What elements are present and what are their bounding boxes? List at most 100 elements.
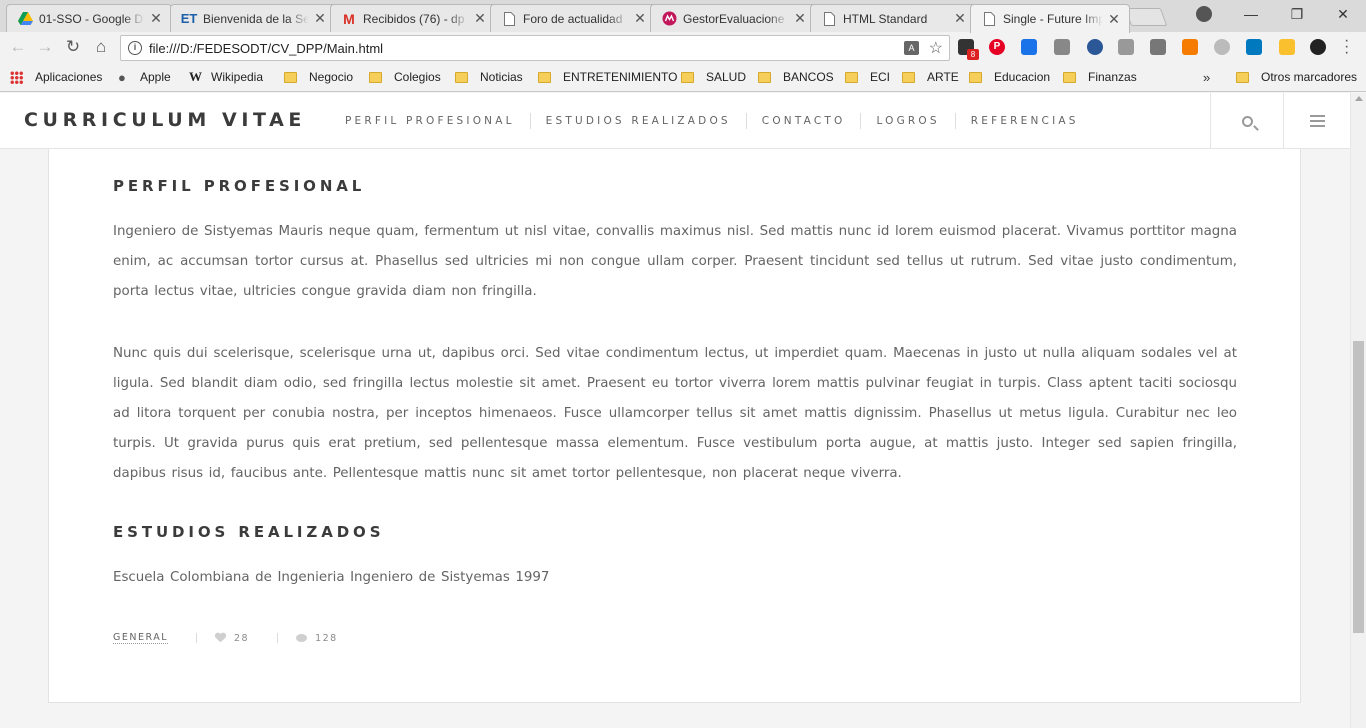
heart-icon[interactable]	[215, 633, 226, 643]
back-arrow-icon[interactable]: ←	[7, 36, 29, 58]
folder-icon	[1063, 71, 1076, 83]
bookmark-folder[interactable]: Negocio	[284, 69, 353, 85]
extension-icon[interactable]	[1054, 39, 1070, 55]
extension-icon[interactable]	[1214, 39, 1230, 55]
paragraph: Nunc quis dui scelerisque, scelerisque u…	[113, 346, 1237, 481]
browser-tab[interactable]: HTML Standard ✕	[810, 4, 976, 32]
close-icon[interactable]: ✕	[149, 10, 163, 27]
browser-tab[interactable]: ET Bienvenida de la Se ✕	[170, 4, 336, 32]
site-title[interactable]: CURRICULUM VITAE	[24, 109, 306, 131]
browser-toolbar: ← → ↻ ⌂ i file:///D:/FEDESODT/CV_DPP/Mai…	[0, 32, 1366, 63]
folder-icon	[902, 71, 915, 83]
close-icon[interactable]: ✕	[1107, 11, 1121, 28]
browser-tab[interactable]: Foro de actualidad ✕	[490, 4, 656, 32]
extension-icon[interactable]	[1021, 39, 1037, 55]
chrome-menu-icon[interactable]: · · ·	[1344, 33, 1349, 61]
likes-count[interactable]: 28	[234, 633, 249, 644]
address-bar[interactable]: i file:///D:/FEDESODT/CV_DPP/Main.html A…	[120, 35, 950, 61]
close-icon[interactable]: ✕	[793, 10, 807, 27]
folder-icon	[1236, 71, 1249, 83]
vertical-scrollbar[interactable]	[1350, 93, 1366, 728]
page-icon	[821, 11, 837, 27]
extension-icon[interactable]	[1279, 39, 1295, 55]
bookmarks-overflow-button[interactable]: »	[1203, 70, 1210, 85]
browser-tab[interactable]: GestorEvaluacione ✕	[650, 4, 816, 32]
nav-link-perfil[interactable]: PERFIL PROFESIONAL	[330, 113, 530, 129]
extension-icon[interactable]	[1182, 39, 1198, 55]
site-nav: PERFIL PROFESIONAL ESTUDIOS REALIZADOS C…	[330, 93, 1094, 149]
bookmark-folder[interactable]: Educacion	[969, 69, 1050, 85]
page-icon	[981, 11, 997, 27]
search-icon	[1241, 115, 1253, 127]
bookmark-folder[interactable]: Noticias	[455, 69, 523, 85]
divider	[195, 633, 197, 643]
extension-icon[interactable]	[1087, 39, 1103, 55]
bookmark-folder[interactable]: BANCOS	[758, 69, 834, 85]
bookmark-folder[interactable]: ENTRETENIMIENTO	[538, 69, 677, 85]
close-icon[interactable]: ✕	[313, 10, 327, 27]
menu-button[interactable]	[1283, 93, 1350, 149]
bookmark-folder[interactable]: ECI	[845, 69, 890, 85]
close-window-icon[interactable]: ✕	[1320, 6, 1366, 23]
article-card: PERFIL PROFESIONAL Ingeniero de Sistyema…	[48, 149, 1301, 703]
bookmark-star-icon[interactable]: ☆	[929, 38, 943, 58]
bookmark-folder[interactable]: Colegios	[369, 69, 441, 85]
close-icon[interactable]: ✕	[633, 10, 647, 27]
restore-icon[interactable]: ❐	[1274, 6, 1320, 23]
bookmark-apps[interactable]: Aplicaciones	[10, 69, 102, 85]
comments-count[interactable]: 128	[315, 633, 338, 644]
reload-icon[interactable]: ↻	[62, 36, 84, 58]
home-icon[interactable]: ⌂	[90, 36, 112, 58]
address-url[interactable]: file:///D:/FEDESODT/CV_DPP/Main.html	[149, 41, 383, 56]
bookmark-wikipedia[interactable]: W Wikipedia	[189, 69, 263, 85]
category-link[interactable]: GENERAL	[113, 632, 168, 644]
browser-tab[interactable]: 01-SSO - Google D ✕	[6, 4, 172, 32]
bookmark-folder[interactable]: ARTE	[902, 69, 959, 85]
bookmark-label: ARTE	[927, 70, 959, 84]
scroll-up-arrow-icon[interactable]	[1355, 96, 1363, 101]
paragraph: Escuela Colombiana de Ingenieria Ingenie…	[113, 570, 550, 585]
close-icon[interactable]: ✕	[953, 10, 967, 27]
close-icon[interactable]: ✕	[473, 10, 487, 27]
extension-icon[interactable]	[1150, 39, 1166, 55]
bookmark-apple[interactable]: ● Apple	[118, 69, 171, 85]
section-title: PERFIL PROFESIONAL	[113, 177, 366, 195]
folder-icon	[284, 71, 297, 83]
comment-icon[interactable]	[296, 634, 308, 642]
folder-icon	[369, 71, 382, 83]
folder-icon	[455, 71, 468, 83]
translate-icon[interactable]: A	[904, 41, 919, 55]
scrollbar-thumb[interactable]	[1353, 341, 1364, 633]
bookmark-label: ENTRETENIMIENTO	[563, 70, 678, 84]
extension-icon[interactable]	[1310, 39, 1326, 55]
apps-icon	[10, 70, 23, 84]
other-bookmarks[interactable]: Otros marcadores	[1236, 69, 1357, 85]
extension-icon[interactable]	[1118, 39, 1134, 55]
info-icon[interactable]: i	[128, 41, 142, 55]
bookmark-label: Otros marcadores	[1261, 70, 1358, 84]
nav-link-referencias[interactable]: REFERENCIAS	[954, 113, 1094, 129]
nav-link-estudios[interactable]: ESTUDIOS REALIZADOS	[529, 113, 746, 129]
tab-title: Bienvenida de la Se	[203, 11, 309, 26]
bookmark-folder[interactable]: Finanzas	[1063, 69, 1137, 85]
trello-icon[interactable]	[1246, 39, 1262, 55]
window-controls: — ❐ ✕	[1228, 0, 1366, 28]
search-button[interactable]	[1210, 93, 1283, 149]
pinterest-icon[interactable]: P	[989, 39, 1005, 55]
minimize-icon[interactable]: —	[1228, 6, 1274, 22]
tab-title: 01-SSO - Google D	[39, 11, 144, 26]
nav-link-logros[interactable]: LOGROS	[860, 113, 954, 129]
page-icon	[501, 11, 517, 27]
folder-icon	[845, 71, 858, 83]
tab-title: Single - Future Imp	[1003, 12, 1103, 26]
page-viewport: CURRICULUM VITAE PERFIL PROFESIONAL ESTU…	[0, 93, 1350, 728]
new-tab-button[interactable]	[1124, 8, 1168, 26]
forward-arrow-icon[interactable]: →	[34, 36, 56, 58]
nav-link-contacto[interactable]: CONTACTO	[745, 113, 861, 129]
profile-icon[interactable]	[1196, 6, 1212, 22]
browser-tab-active[interactable]: Single - Future Imp ✕	[970, 4, 1130, 33]
bookmark-folder[interactable]: SALUD	[681, 69, 746, 85]
tab-title: Recibidos (76) - dp	[363, 11, 465, 26]
divider	[277, 633, 279, 643]
browser-tab[interactable]: M Recibidos (76) - dp ✕	[330, 4, 496, 32]
